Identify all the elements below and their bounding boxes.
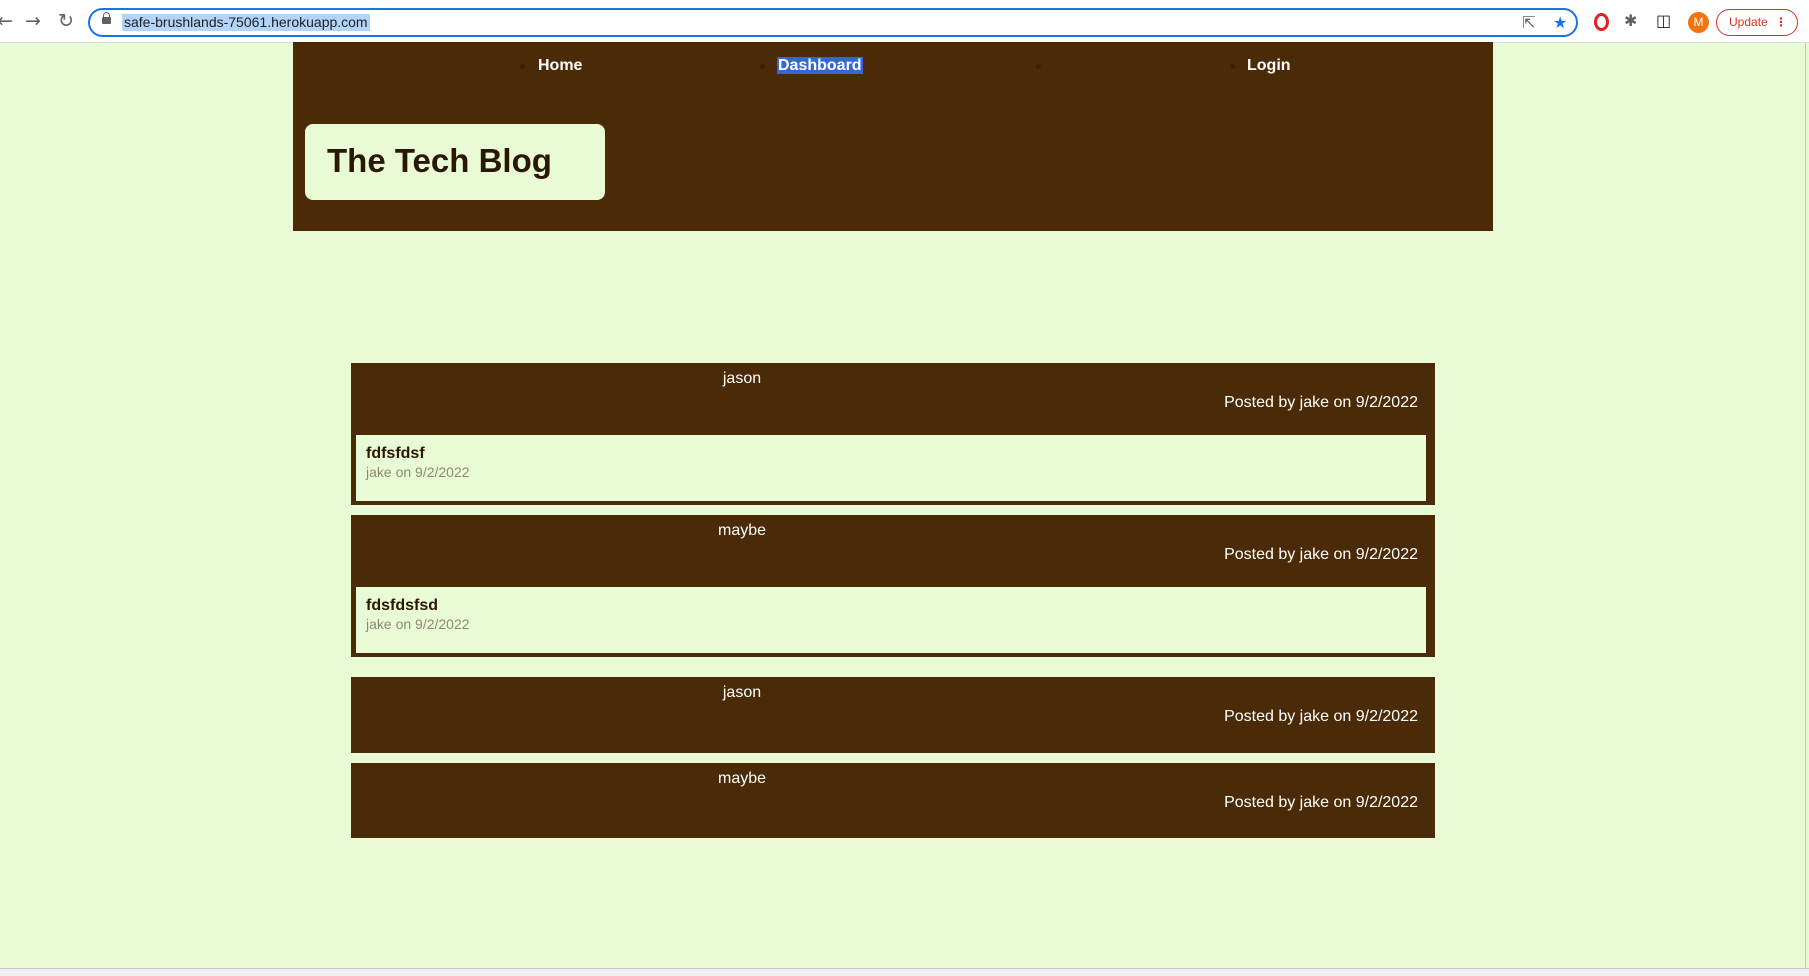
post-meta: Posted by jake on 9/2/2022 — [1224, 394, 1418, 411]
post-card[interactable]: maybe Posted by jake on 9/2/2022 fdsfdsf… — [351, 515, 1435, 657]
comment-body: fdfsfdsf — [366, 445, 425, 462]
comment-body: fdsfdsfsd — [366, 597, 438, 614]
brand-box: The Tech Blog — [305, 124, 605, 200]
post-title[interactable]: jason — [351, 683, 1133, 703]
lock-icon[interactable] — [102, 12, 111, 24]
nav-bullet — [760, 64, 765, 69]
post-title[interactable]: jason — [351, 369, 1133, 389]
nav-bullet — [520, 64, 525, 69]
post-meta: Posted by jake on 9/2/2022 — [1224, 794, 1418, 811]
comment: fdsfdsfsd jake on 9/2/2022 — [356, 587, 1426, 653]
address-bar-url[interactable]: safe-brushlands-75061.herokuapp.com — [122, 14, 370, 31]
window-bottom-edge — [0, 968, 1809, 976]
window-edge — [1805, 43, 1806, 968]
address-bar[interactable]: safe-brushlands-75061.herokuapp.com ⇱ ★ — [88, 8, 1578, 37]
update-button-label: Update — [1729, 15, 1768, 29]
nav-dashboard-label: Dashboard — [777, 57, 863, 74]
comment-meta: jake on 9/2/2022 — [366, 464, 470, 480]
opera-extension-icon[interactable] — [1594, 13, 1609, 31]
nav-login-link[interactable]: Login — [1247, 56, 1291, 76]
share-icon[interactable]: ⇱ — [1522, 13, 1535, 33]
bookmark-star-icon[interactable]: ★ — [1553, 13, 1567, 33]
reload-icon[interactable]: ↻ — [55, 10, 77, 32]
post-card[interactable]: jason Posted by jake on 9/2/2022 — [351, 677, 1435, 753]
kebab-menu-icon[interactable]: ⋮ — [1775, 10, 1787, 35]
browser-toolbar: ← → ↻ safe-brushlands-75061.herokuapp.co… — [0, 0, 1809, 43]
puzzle-extensions-icon[interactable]: ✱ — [1624, 11, 1637, 31]
update-button[interactable]: Update ⋮ — [1716, 9, 1798, 36]
post-meta: Posted by jake on 9/2/2022 — [1224, 708, 1418, 725]
post-card[interactable]: maybe Posted by jake on 9/2/2022 — [351, 763, 1435, 838]
comment: fdfsfdsf jake on 9/2/2022 — [356, 435, 1426, 501]
nav-dashboard-link[interactable]: Dashboard — [777, 56, 863, 76]
nav-bullet — [1230, 64, 1235, 69]
post-title[interactable]: maybe — [351, 769, 1133, 789]
site-header: Home Dashboard Login The Tech Blog — [293, 42, 1493, 231]
comment-meta: jake on 9/2/2022 — [366, 616, 470, 632]
nav-bullet — [1036, 64, 1041, 69]
forward-arrow-icon[interactable]: → — [22, 10, 44, 32]
side-panel-icon[interactable]: ◫ — [1656, 11, 1671, 31]
site-title: The Tech Blog — [327, 142, 552, 179]
post-card[interactable]: jason Posted by jake on 9/2/2022 fdfsfds… — [351, 363, 1435, 505]
post-title[interactable]: maybe — [351, 521, 1133, 541]
post-meta: Posted by jake on 9/2/2022 — [1224, 546, 1418, 563]
profile-avatar[interactable]: M — [1688, 12, 1709, 33]
back-arrow-icon[interactable]: ← — [0, 10, 16, 32]
nav-home-link[interactable]: Home — [538, 56, 582, 76]
